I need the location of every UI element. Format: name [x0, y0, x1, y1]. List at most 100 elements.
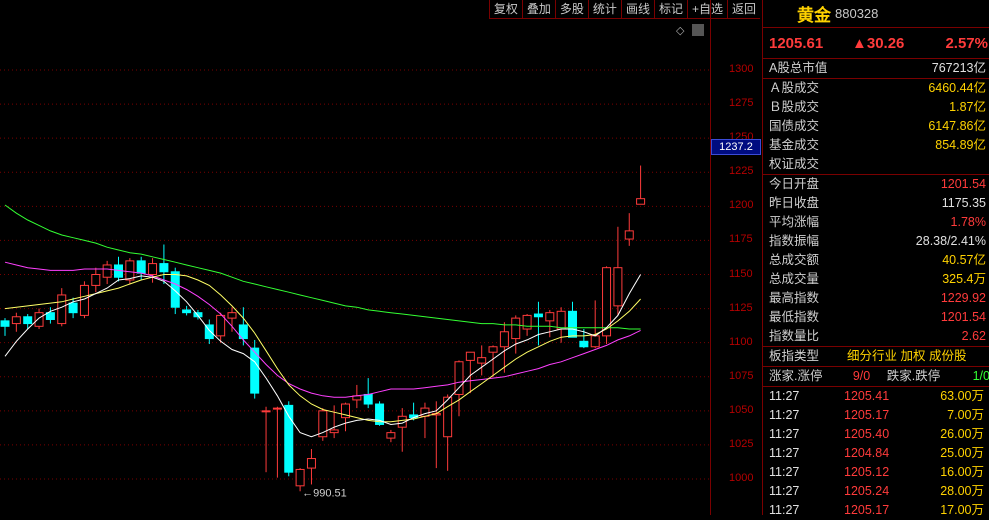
price-tick-label: 1225: [729, 165, 754, 178]
candle-body: [148, 263, 158, 275]
trade-volume: 63.00万: [940, 389, 984, 403]
candle-body: [91, 274, 101, 286]
candle-body: [261, 410, 271, 413]
candle-body: [68, 302, 78, 314]
stat-row: 总成交量 325.4万: [763, 270, 989, 289]
candle-body: [590, 335, 600, 348]
kline-chart[interactable]: ←990.51 ◇: [0, 0, 710, 515]
scroll-handle-icon[interactable]: [692, 24, 704, 36]
candle-body: [329, 429, 339, 434]
candle-body: [545, 312, 555, 322]
trades-list: 11:27 1205.41 63.00万 11:27 1205.17 7.00万 11:27…: [763, 387, 989, 520]
candle-body: [182, 309, 192, 314]
stat-value: 1175.35: [941, 196, 986, 210]
price-tick-label: 1075: [729, 369, 754, 382]
change-percent: 2.57%: [945, 34, 988, 52]
draw-line-button[interactable]: 画线: [620, 0, 654, 19]
stat-value: 28.38/2.41%: [915, 234, 986, 248]
statistics-button[interactable]: 统计: [587, 0, 621, 19]
overlay-button[interactable]: 叠加: [521, 0, 555, 19]
turnover-block: Ａ股成交 6460.44亿 Ｂ股成交 1.87亿 国债成交 6147.86亿基金成交 854…: [763, 79, 989, 175]
candle-body: [0, 320, 10, 327]
turnover-label: Ａ股成交: [769, 81, 820, 95]
updown-value: 9/0: [852, 369, 871, 383]
multi-stock-button[interactable]: 多股: [554, 0, 588, 19]
trade-price: 1205.17: [844, 503, 890, 517]
turnover-value: 6460.44亿: [928, 81, 986, 95]
candle-body: [227, 312, 237, 319]
turnover-row: 权证成交: [763, 155, 989, 174]
candle-body: [57, 294, 67, 325]
kline-svg[interactable]: ←990.51: [0, 0, 710, 515]
index-quote: 1205.61 ▲30.26 2.57%: [763, 28, 989, 59]
candle-body: [624, 230, 634, 240]
stat-label: 总成交额: [769, 253, 820, 267]
stat-value: 1.78%: [950, 215, 986, 229]
back-button[interactable]: 返回: [726, 0, 760, 19]
candle-body: [602, 267, 612, 337]
trade-time: 11:27: [769, 446, 800, 460]
price-tick-label: 1050: [729, 403, 754, 416]
candle-body: [579, 340, 589, 348]
candle-body: [465, 351, 475, 361]
candle-body: [170, 271, 180, 308]
mark-button[interactable]: 标记: [653, 0, 687, 19]
candle-body: [454, 361, 464, 395]
turnover-value: 854.89亿: [935, 138, 986, 152]
candle-body: [306, 458, 316, 469]
stat-value: 325.4万: [942, 272, 986, 286]
stat-value: 1201.54: [940, 177, 986, 191]
updown-row: 涨家.涨停 9/0 跌家.跌停 1/0: [763, 367, 989, 387]
candle-body: [568, 310, 577, 338]
candle-body: [11, 316, 21, 325]
chart-toolbar: 复权 叠加 多股 统计 画线 标记 +自选 返回: [488, 0, 760, 19]
candle-body: [386, 432, 396, 439]
stat-row: 总成交额 40.57亿: [763, 251, 989, 270]
turnover-row: Ｂ股成交 1.87亿: [763, 98, 989, 117]
candle-body: [499, 331, 509, 348]
trade-time: 11:27: [769, 484, 800, 498]
settings-diamond-icon[interactable]: ◇: [676, 24, 684, 37]
trade-time: 11:27: [769, 465, 800, 479]
market-cap-value: 767213亿: [931, 61, 986, 75]
price-tick-label: 1000: [729, 472, 754, 484]
add-watchlist-button[interactable]: +自选: [686, 0, 727, 19]
price-tick-label: 1100: [729, 335, 753, 348]
trade-time: 11:27: [769, 408, 800, 422]
price-tick-label: 1175: [729, 233, 753, 246]
turnover-label: Ｂ股成交: [769, 100, 820, 114]
price-tick-label: 1025: [729, 437, 754, 450]
sector-label: 板指类型: [769, 349, 820, 363]
sector-value[interactable]: 细分行业 加权 成份股: [847, 347, 966, 366]
stat-label: 今日开盘: [769, 177, 820, 191]
candle-body: [159, 263, 169, 273]
stat-value: 1229.92: [940, 291, 986, 305]
stats-block: 今日开盘 1201.54 昨日收盘 1175.35 平均涨幅 1.78% 指数振幅 28.38…: [763, 175, 989, 347]
trade-price: 1205.24: [844, 484, 890, 498]
trade-volume: 17.00万: [940, 503, 984, 517]
trade-row: 11:27 1205.17 7.00万: [763, 406, 989, 425]
trade-price: 1204.84: [844, 446, 890, 460]
low-price-annotation: ←990.51: [302, 487, 347, 499]
stat-label: 平均涨幅: [769, 215, 820, 229]
stat-label: 总成交量: [769, 272, 820, 286]
stat-row: 平均涨幅 1.78%: [763, 213, 989, 232]
turnover-row: 基金成交 854.89亿: [763, 136, 989, 155]
candle-body: [556, 310, 566, 330]
trade-price: 1205.40: [844, 427, 890, 441]
last-price: 1205.61: [769, 34, 824, 52]
sector-row: 板指类型 细分行业 加权 成份股: [763, 347, 989, 367]
stat-row: 今日开盘 1201.54: [763, 175, 989, 194]
restore-rights-button[interactable]: 复权: [488, 0, 522, 19]
stat-label: 最高指数: [769, 291, 820, 305]
trade-row: 11:27 1205.40 26.00万: [763, 425, 989, 444]
candle-body: [216, 314, 226, 337]
candle-body: [272, 407, 282, 410]
trade-volume: 16.00万: [940, 465, 984, 479]
trade-row: 11:27 1205.12 16.00万: [763, 463, 989, 482]
updown-label: 涨家.涨停: [769, 369, 823, 383]
stat-row: 指数量比 2.62: [763, 327, 989, 346]
turnover-row: 国债成交 6147.86亿: [763, 117, 989, 136]
turnover-label: 基金成交: [769, 138, 820, 152]
candle-body: [477, 357, 487, 364]
